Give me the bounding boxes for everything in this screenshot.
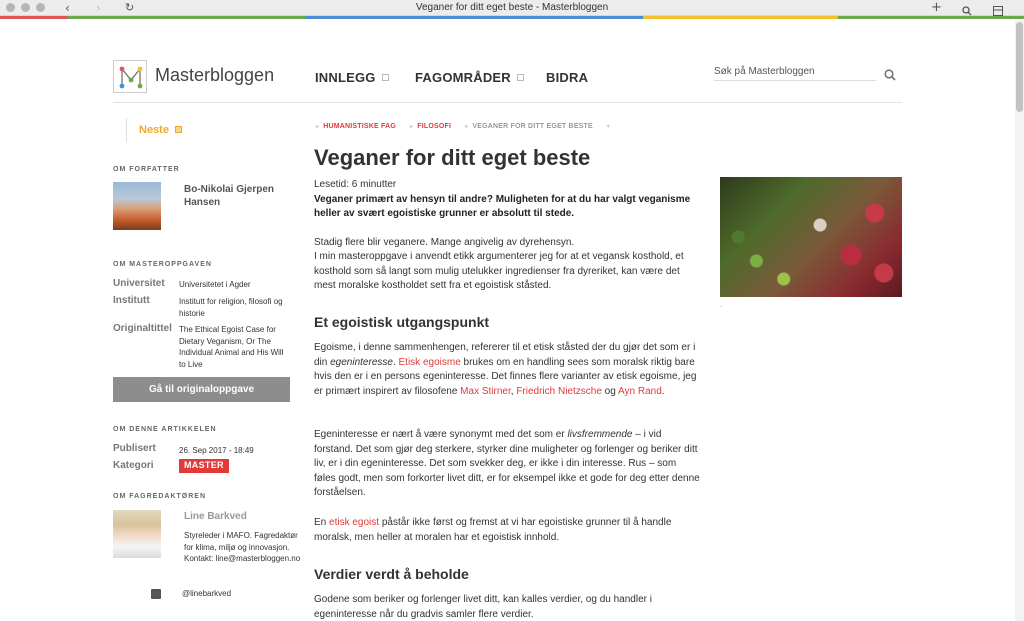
breadcrumb-filosofi[interactable]: FILOSOFI xyxy=(417,123,451,130)
paragraph-4: Godene som beriker og forlenger livet di… xyxy=(314,594,652,620)
color-bar-yellow xyxy=(643,16,838,19)
site-logo[interactable] xyxy=(113,60,147,93)
search-icon[interactable] xyxy=(884,69,896,81)
link-friedrich-nietzsche[interactable]: Friedrich Nietzsche xyxy=(516,386,602,397)
text: En xyxy=(314,517,330,528)
text: Egeninteresse er nært å være synonymt me… xyxy=(314,429,568,440)
nav-innlegg[interactable]: INNLEGG xyxy=(315,70,389,85)
link-etisk-egoisme[interactable]: Etisk egoisme xyxy=(399,357,461,368)
published-label: Publisert xyxy=(113,443,156,454)
about-editor-heading: OM FAGREDAKTØREN xyxy=(113,493,206,500)
article-lead: Veganer primært av hensyn til andre? Mul… xyxy=(314,194,691,219)
article-title: Veganer for ditt eget beste xyxy=(314,145,591,170)
original-title-value: The Ethical Egoist Case for Dietary Vega… xyxy=(179,325,284,369)
header-divider xyxy=(113,102,902,103)
text: . xyxy=(661,385,665,397)
institute-label: Institutt xyxy=(113,295,150,306)
breadcrumb-arrow-icon: ▸ xyxy=(316,124,320,130)
text: og xyxy=(601,385,619,397)
emphasis: egeninteresse xyxy=(330,356,393,368)
intro-paragraph-1: Stadig flere blir veganere. Mange angive… xyxy=(314,237,575,248)
paragraph-2: Egeninteresse er nært å være synonymt me… xyxy=(314,428,700,501)
section-heading-2: Verdier verdt å beholde xyxy=(314,566,469,582)
author-name[interactable]: Bo-Nikolai Gjerpen Hansen xyxy=(184,183,294,209)
nav-fagomrader[interactable]: FAGOMRÅDER xyxy=(415,70,524,85)
nav-bidra[interactable]: BIDRA xyxy=(546,70,588,85)
breadcrumb-dropdown-icon[interactable]: ▾ xyxy=(607,124,610,130)
color-bar-green-2 xyxy=(838,16,1024,19)
new-tab-icon[interactable]: + xyxy=(931,0,942,16)
editor-name[interactable]: Line Barkved xyxy=(184,511,247,522)
browser-toolbar: ‹ › ↻ Veganer for ditt eget beste - Mast… xyxy=(0,0,1024,16)
section-heading-1: Et egoistisk utgangspunkt xyxy=(314,314,490,330)
category-badge[interactable]: MASTER xyxy=(179,459,229,473)
about-article-heading: OM DENNE ARTIKKELEN xyxy=(113,426,217,433)
breadcrumb-current: VEGANER FOR DITT EGET BESTE xyxy=(472,123,593,130)
nav-fagomrader-label: FAGOMRÅDER xyxy=(415,70,511,85)
image-caption: . xyxy=(720,300,723,309)
emphasis: livsfremmende xyxy=(567,429,633,440)
nav-innlegg-label: INNLEGG xyxy=(315,70,376,85)
read-time: Lesetid: 6 minutter xyxy=(314,179,397,190)
editor-description: Styreleder i MAFO. Fagredaktør for klima… xyxy=(184,531,301,563)
intro-paragraph-2: I min masteroppgave i anvendt etikk argu… xyxy=(314,251,684,291)
link-max-stirner[interactable]: Max Stirner xyxy=(460,386,511,397)
published-value: 26. Sep 2017 - 18:49 xyxy=(179,446,254,455)
link-etisk-egoist[interactable]: etisk egoist xyxy=(329,517,379,528)
scrollbar-thumb[interactable] xyxy=(1016,22,1023,112)
next-label: Neste xyxy=(139,124,169,136)
editor-avatar[interactable] xyxy=(113,510,161,558)
expand-icon xyxy=(381,74,389,82)
link-ayn-rand[interactable]: Ayn Rand xyxy=(618,386,662,397)
original-title-label: Originaltittel xyxy=(113,323,172,334)
institute-value: Institutt for religion, filosofi og hist… xyxy=(179,297,283,318)
expand-icon xyxy=(516,74,524,82)
breadcrumb-humanistiske-fag[interactable]: HUMANISTISKE FAG xyxy=(323,123,396,130)
window-title: Veganer for ditt eget beste - Masterblog… xyxy=(415,2,609,13)
paragraph-1: Egoisme, i denne sammenhengen, refererer… xyxy=(314,341,700,399)
about-author-heading: OM FORFATTER xyxy=(113,166,180,173)
author-avatar[interactable] xyxy=(113,182,161,230)
breadcrumb-arrow-icon: ▸ xyxy=(465,124,469,130)
next-article-button[interactable]: Neste xyxy=(126,118,182,142)
university-label: Universitet xyxy=(113,278,165,289)
breadcrumb: ▸ HUMANISTISKE FAG ▸ FILOSOFI ▸ VEGANER FOR D… xyxy=(316,123,614,130)
twitter-handle[interactable]: @linebarkved xyxy=(182,589,231,598)
about-thesis-heading: OM MASTEROPPGAVEN xyxy=(113,261,212,268)
search-input[interactable]: Søk på Masterbloggen xyxy=(714,66,876,81)
site-name[interactable]: Masterbloggen xyxy=(155,65,274,86)
category-label: Kategori xyxy=(113,460,154,471)
original-thesis-button[interactable]: Gå til originaloppgave xyxy=(113,377,290,402)
breadcrumb-arrow-icon: ▸ xyxy=(410,124,414,130)
twitter-icon[interactable] xyxy=(151,589,161,599)
color-bar-blue xyxy=(305,16,643,19)
article-image[interactable] xyxy=(720,177,902,297)
color-bar-red xyxy=(0,16,68,19)
paragraph-3: En etisk egoist påstår ikke først og fre… xyxy=(314,516,700,545)
next-icon xyxy=(174,125,182,133)
university-value: Universitetet i Agder xyxy=(179,280,251,289)
logo-icon xyxy=(119,66,143,89)
